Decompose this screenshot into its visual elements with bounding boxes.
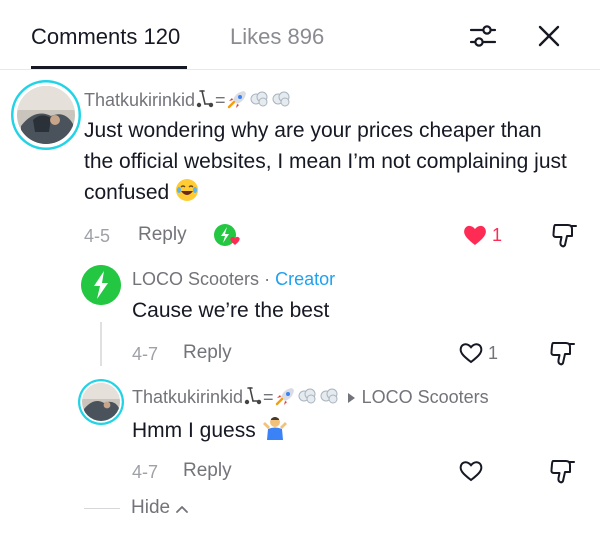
avatar[interactable]: [78, 379, 124, 425]
comment-text: Cause we’re the best: [132, 299, 330, 322]
thread-line: [100, 322, 102, 366]
caret-right-icon: [347, 393, 355, 403]
tab-comments[interactable]: Comments 120: [31, 24, 180, 50]
tab-likes[interactable]: Likes 896: [230, 24, 324, 50]
comment-text: Hmm I guess: [132, 414, 288, 446]
hide-replies-button[interactable]: Hide: [131, 497, 189, 519]
dash-icon: [272, 91, 290, 107]
scooter-icon: [244, 387, 262, 405]
dash-icon: [250, 91, 268, 107]
comment-date: 4-7: [132, 462, 159, 482]
active-tab-indicator: [31, 66, 187, 69]
heart-icon: [459, 461, 483, 482]
dash-icon: [320, 388, 338, 404]
sliders-icon[interactable]: [467, 20, 499, 52]
username[interactable]: Thatkukirinkid = LOCO Scooters: [132, 386, 489, 408]
rocket-icon: [227, 91, 246, 109]
divider: [84, 508, 120, 509]
reply-button[interactable]: Reply: [183, 460, 232, 482]
thumbs-down-icon[interactable]: [548, 339, 578, 369]
username[interactable]: Thatkukirinkid =: [84, 89, 292, 111]
reply-button[interactable]: Reply: [183, 342, 232, 364]
like-button[interactable]: 1: [462, 223, 502, 247]
comment-text: Just wondering why are your prices cheap…: [84, 119, 567, 204]
heart-icon: [464, 225, 486, 245]
heart-icon: [459, 343, 483, 364]
dash-icon: [298, 388, 316, 404]
scooter-icon: [196, 90, 214, 108]
comment-date: 4-5: [84, 226, 111, 246]
thumbs-down-icon[interactable]: [550, 221, 580, 251]
hide-label: Hide: [131, 497, 171, 518]
comment-date: 4-7: [132, 344, 159, 364]
laughing-emoji-icon: [176, 179, 199, 201]
thumbs-down-icon[interactable]: [548, 457, 578, 487]
chevron-up-icon: [176, 506, 189, 513]
like-button[interactable]: 1: [458, 341, 498, 365]
avatar[interactable]: [81, 265, 121, 305]
creator-badge: Creator: [275, 269, 336, 289]
like-count: 1: [492, 225, 503, 245]
rocket-icon: [275, 388, 294, 406]
comments-header: Comments 120 Likes 896: [0, 0, 600, 70]
avatar[interactable]: [11, 80, 81, 150]
reply-to-username[interactable]: LOCO Scooters: [362, 387, 489, 407]
shrug-emoji-icon: [262, 417, 287, 440]
close-icon[interactable]: [533, 20, 565, 52]
reply-button[interactable]: Reply: [138, 224, 187, 246]
like-button[interactable]: [458, 459, 488, 483]
username[interactable]: LOCO Scooters · Creator: [132, 268, 335, 290]
like-count: 1: [488, 343, 499, 363]
creator-liked-icon: [214, 224, 240, 246]
